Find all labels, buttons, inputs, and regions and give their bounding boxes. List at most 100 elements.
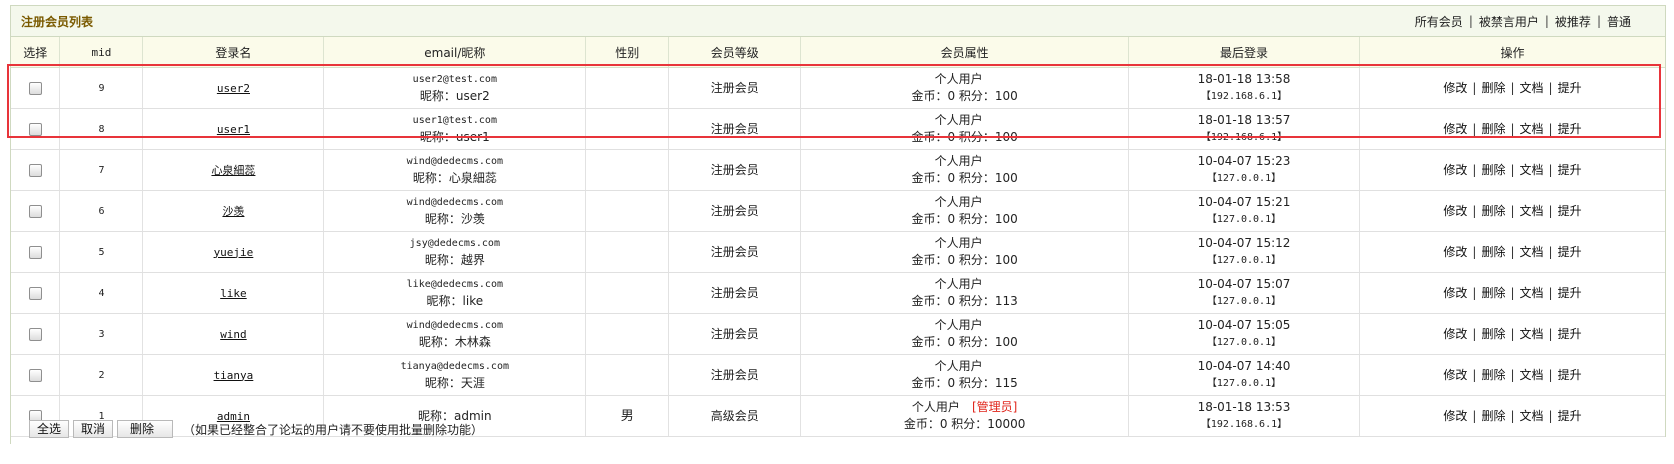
filter-recommended[interactable]: 被推荐 (1555, 13, 1591, 30)
email-text: tianya@dedecms.com (400, 361, 509, 372)
row-checkbox[interactable] (28, 122, 42, 136)
documents-link[interactable]: 文档 (1520, 122, 1544, 136)
login-name-link[interactable]: user1 (217, 123, 250, 136)
delete-link[interactable]: 删除 (1481, 204, 1505, 218)
promote-link[interactable]: 提升 (1558, 163, 1582, 177)
edit-link[interactable]: 修改 (1443, 163, 1467, 177)
op-separator: | (1510, 203, 1515, 218)
row-checkbox[interactable] (28, 368, 42, 382)
filter-separator: | (1544, 14, 1549, 28)
login-name-link[interactable]: wind (220, 328, 247, 341)
member-level-cell: 注册会员 (668, 149, 802, 191)
nickname-text: 昵称：心泉細蕊 (324, 170, 585, 187)
select-cell (11, 108, 61, 150)
promote-link[interactable]: 提升 (1558, 204, 1582, 218)
row-checkbox[interactable] (28, 286, 42, 300)
delete-link[interactable]: 删除 (1481, 163, 1505, 177)
login-name-link[interactable]: yuejie (214, 246, 254, 259)
op-separator: | (1510, 326, 1515, 341)
delete-link[interactable]: 删除 (1481, 81, 1505, 95)
promote-link[interactable]: 提升 (1558, 122, 1582, 136)
batch-delete-button[interactable]: 删除 (117, 420, 174, 438)
edit-link[interactable]: 修改 (1443, 368, 1467, 382)
login-name-link[interactable]: 心泉細蕊 (211, 164, 255, 177)
batch-delete-note: （如果已经整合了论坛的用户请不要使用批量删除功能） (183, 422, 484, 437)
member-filter-links: 所有会员 | 被禁言用户 | 被推荐 | 普通 (1415, 13, 1631, 30)
email-text: user1@test.com (412, 115, 497, 126)
delete-link[interactable]: 删除 (1481, 368, 1505, 382)
login-name-link[interactable]: tianya (214, 369, 254, 382)
member-type: 个人用户 (801, 194, 1128, 211)
edit-link[interactable]: 修改 (1443, 245, 1467, 259)
row-checkbox[interactable] (28, 327, 42, 341)
delete-link[interactable]: 删除 (1481, 327, 1505, 341)
row-checkbox[interactable] (28, 163, 42, 177)
last-login-ip: 【127.0.0.1】 (1206, 255, 1282, 266)
last-login-cell: 10-04-07 15:05 【127.0.0.1】 (1128, 313, 1360, 355)
login-name-link[interactable]: like (220, 287, 247, 300)
promote-link[interactable]: 提升 (1558, 327, 1582, 341)
select-cell (11, 272, 61, 314)
edit-link[interactable]: 修改 (1443, 204, 1467, 218)
promote-link[interactable]: 提升 (1558, 368, 1582, 382)
op-separator: | (1548, 203, 1553, 218)
gender-cell (585, 272, 670, 314)
documents-link[interactable]: 文档 (1520, 81, 1544, 95)
nickname-text: 昵称：user1 (324, 129, 585, 146)
last-login-cell: 10-04-07 15:21 【127.0.0.1】 (1128, 190, 1360, 232)
row-checkbox[interactable] (28, 204, 42, 218)
documents-link[interactable]: 文档 (1520, 327, 1544, 341)
member-attr-cell: 个人用户 金币：0 积分：115 (800, 354, 1130, 396)
edit-link[interactable]: 修改 (1443, 122, 1467, 136)
delete-link[interactable]: 删除 (1481, 245, 1505, 259)
login-name-cell: like (142, 272, 325, 314)
op-separator: | (1510, 244, 1515, 259)
member-attr-cell: 个人用户 金币：0 积分：100 (800, 149, 1130, 191)
documents-link[interactable]: 文档 (1520, 368, 1544, 382)
table-row: 3 wind wind@dedecms.com 昵称：木林森 注册会员 个人用户 金币：0 … (11, 313, 1665, 355)
mid-cell: 6 (59, 190, 144, 232)
select-all-button[interactable]: 全选 (29, 420, 70, 438)
row-checkbox[interactable] (28, 245, 42, 259)
documents-link[interactable]: 文档 (1520, 204, 1544, 218)
operations-cell: 修改 | 删除 | 文档 | 提升 (1359, 272, 1665, 314)
promote-link[interactable]: 提升 (1558, 286, 1582, 300)
login-name-link[interactable]: 沙羡 (222, 205, 244, 218)
promote-link[interactable]: 提升 (1558, 81, 1582, 95)
email-nick-cell: like@dedecms.com 昵称：like (323, 272, 587, 314)
edit-link[interactable]: 修改 (1443, 327, 1467, 341)
cancel-button[interactable]: 取消 (73, 420, 114, 438)
gender-cell (585, 313, 670, 355)
login-name-cell: wind (142, 313, 325, 355)
documents-link[interactable]: 文档 (1520, 163, 1544, 177)
last-login-ip: 【127.0.0.1】 (1206, 378, 1282, 389)
filter-normal[interactable]: 普通 (1607, 13, 1631, 30)
promote-link[interactable]: 提升 (1558, 245, 1582, 259)
member-type: 个人用户 (801, 317, 1128, 334)
documents-link[interactable]: 文档 (1520, 245, 1544, 259)
nickname-text: 昵称：越界 (324, 252, 585, 269)
documents-link[interactable]: 文档 (1520, 286, 1544, 300)
login-name-link[interactable]: user2 (217, 82, 250, 95)
operations-cell: 修改 | 删除 | 文档 | 提升 (1359, 108, 1665, 150)
delete-link[interactable]: 删除 (1481, 122, 1505, 136)
select-cell (11, 231, 61, 273)
member-type-text: 个人用户 (934, 113, 983, 127)
nickname-value: 昵称：沙羡 (424, 212, 485, 226)
filter-all-members[interactable]: 所有会员 (1415, 13, 1463, 30)
edit-link[interactable]: 修改 (1443, 81, 1467, 95)
page-title: 注册会员列表 (21, 14, 94, 29)
last-login-ip: 【127.0.0.1】 (1206, 214, 1282, 225)
points-text: 金币：0 积分：113 (911, 294, 1018, 308)
member-type-text: 个人用户 (934, 236, 983, 250)
row-checkbox[interactable] (28, 81, 42, 95)
edit-link[interactable]: 修改 (1443, 286, 1467, 300)
delete-link[interactable]: 删除 (1481, 286, 1505, 300)
filter-banned-users[interactable]: 被禁言用户 (1479, 13, 1539, 30)
op-separator: | (1472, 121, 1477, 136)
last-login-ip: 【192.168.6.1】 (1200, 132, 1288, 143)
op-separator: | (1548, 367, 1553, 382)
select-cell (11, 190, 61, 232)
table-row: 6 沙羡 wind@dedecms.com 昵称：沙羡 注册会员 个人用户 金币：0 积分：… (11, 190, 1665, 232)
email-nick-cell: user2@test.com 昵称：user2 (323, 67, 587, 109)
